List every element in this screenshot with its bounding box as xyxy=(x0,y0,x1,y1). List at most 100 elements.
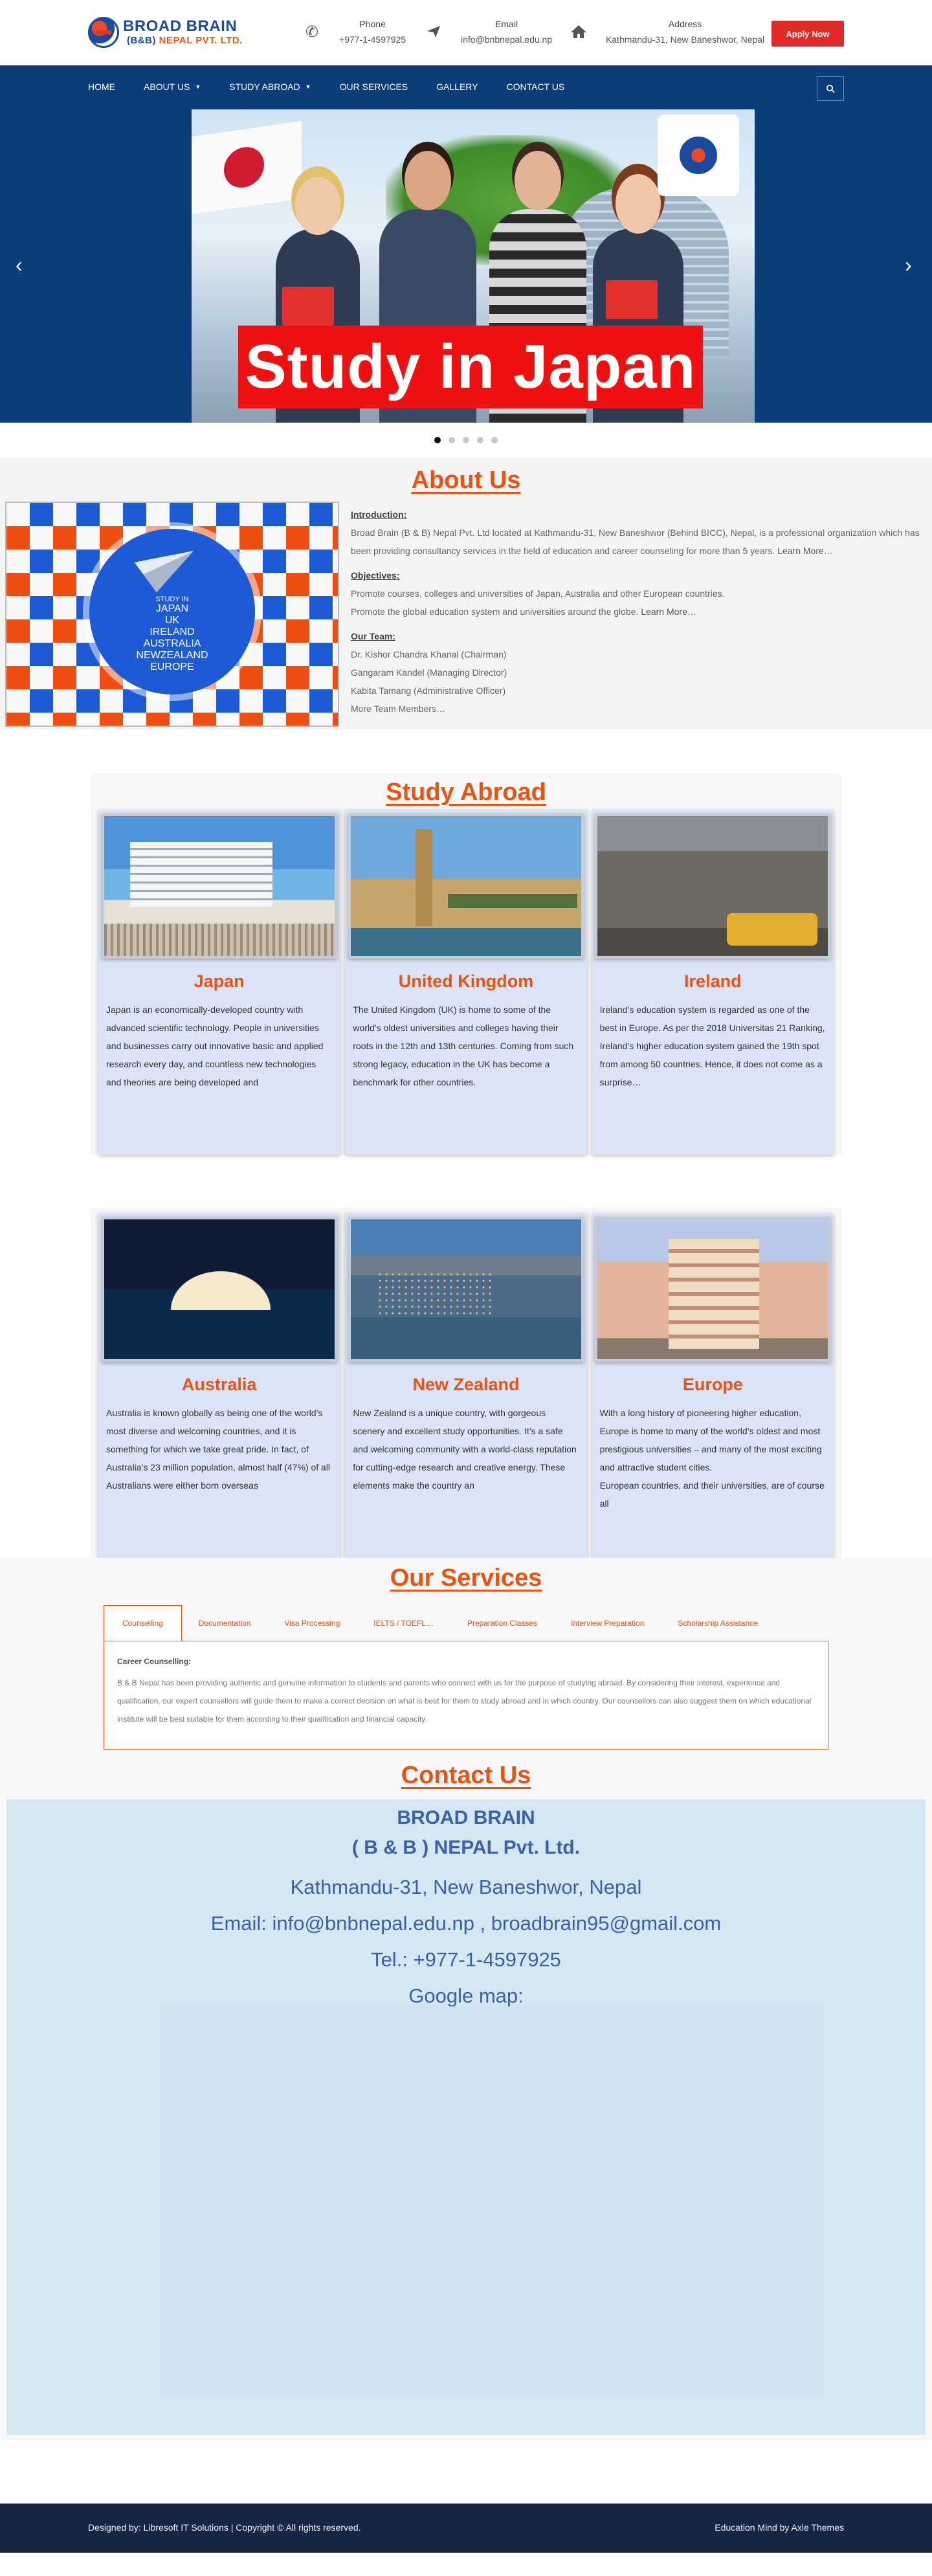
logo-line-2: (B&B) NEPAL PVT. LTD. xyxy=(123,35,243,47)
europe-image xyxy=(595,1217,831,1362)
slider-dot[interactable] xyxy=(434,437,441,443)
tab-visa-processing[interactable]: Visa Processing xyxy=(267,1605,357,1641)
slider-dot[interactable] xyxy=(449,437,455,443)
tab-preparation-classes[interactable]: Preparation Classes xyxy=(450,1605,554,1641)
slider-prev-arrow[interactable]: ‹ xyxy=(16,253,23,277)
nav-label-gallery: GALLERY xyxy=(436,82,478,92)
team-member: Gangaram Kandel (Managing Director) xyxy=(351,667,507,678)
card-text: Japan is an economically-developed count… xyxy=(106,1005,324,1087)
logo-globe-icon xyxy=(88,17,119,48)
country-card-australia[interactable]: Australia Australia is known globally as… xyxy=(98,1213,340,1558)
about-image-line: UK xyxy=(164,615,180,626)
nav-label-about-us: ABOUT US xyxy=(144,82,190,92)
tab-interview-preparation[interactable]: Interview Preparation xyxy=(554,1605,661,1641)
card-title: Japan xyxy=(194,972,245,991)
country-card-united-kingdom[interactable]: United Kingdom The United Kingdom (UK) i… xyxy=(345,810,587,1155)
home-icon xyxy=(570,23,588,41)
country-card-europe[interactable]: Europe With a long history of pioneering… xyxy=(592,1213,834,1558)
about-image-line: AUSTRALIA xyxy=(143,638,201,649)
card-title: Australia xyxy=(181,1375,257,1394)
team-heading: Our Team: xyxy=(351,631,395,641)
contact-section: Contact Us BROAD BRAIN ( B & B ) NEPAL P… xyxy=(0,1755,932,2440)
country-card-ireland[interactable]: Ireland Ireland’s education system is re… xyxy=(592,810,834,1155)
email-label: Email xyxy=(495,19,518,29)
nav-item-gallery[interactable]: GALLERY xyxy=(436,82,478,92)
header-phone: ✆ Phone +977-1-4597925 xyxy=(303,16,406,47)
logo-line-1: BROAD BRAIN xyxy=(123,17,238,35)
slider-next-arrow[interactable]: › xyxy=(905,253,912,277)
contact-address: Kathmandu-31, New Baneshwor, Nepal xyxy=(290,1876,642,1898)
team-member: Kabita Tamang (Administrative Officer) xyxy=(351,685,506,696)
study-abroad-title: Study Abroad xyxy=(386,779,546,806)
caret-down-icon: ▼ xyxy=(305,83,311,90)
tab-ielts-toefl[interactable]: IELTS / TOEFL… xyxy=(357,1605,450,1641)
card-title: Europe xyxy=(682,1375,743,1394)
slide-caption: Study in Japan xyxy=(238,326,703,408)
intro-text: Broad Brain (B & B) Nepal Pvt. Ltd locat… xyxy=(351,527,920,556)
country-card-japan[interactable]: Japan Japan is an economically-developed… xyxy=(98,810,340,1155)
email-value[interactable]: info@bnbnepal.edu.np xyxy=(461,32,552,47)
about-image-line: NEWZEALAND xyxy=(136,650,208,661)
nav-item-home[interactable]: HOME xyxy=(88,82,115,92)
card-text: With a long history of pioneering higher… xyxy=(599,1408,825,1509)
globe-logo-icon xyxy=(680,137,717,174)
slider-dot[interactable] xyxy=(463,437,469,443)
about-image-line: EUROPE xyxy=(150,661,194,672)
new-zealand-image xyxy=(348,1217,584,1362)
phone-label: Phone xyxy=(359,19,386,29)
slide-image-students: Study in Japan xyxy=(192,109,755,423)
search-button[interactable] xyxy=(817,76,844,101)
phone-value[interactable]: +977-1-4597925 xyxy=(339,32,406,47)
panel-text: B & B Nepal has been providing authentic… xyxy=(117,1678,812,1724)
slider-dots xyxy=(0,423,932,458)
intro-learn-more-link[interactable]: Learn More… xyxy=(775,546,833,556)
objective-item: Promote courses, colleges and universiti… xyxy=(351,588,725,599)
australia-image xyxy=(101,1217,337,1362)
google-map-embed[interactable] xyxy=(161,2006,823,2395)
about-title: About Us xyxy=(411,467,521,494)
objectives-learn-more-link[interactable]: Learn More… xyxy=(638,606,696,617)
nav-item-contact-us[interactable]: CONTACT US xyxy=(506,82,564,92)
apply-now-button[interactable]: Apply Now xyxy=(771,21,844,47)
nav-label-our-services: OUR SERVICES xyxy=(339,82,408,92)
team-member: Dr. Kishor Chandra Khanal (Chairman) xyxy=(351,649,507,660)
caret-down-icon: ▼ xyxy=(195,83,201,90)
nav-item-our-services[interactable]: OUR SERVICES xyxy=(340,82,408,92)
tab-counselling[interactable]: Counselling xyxy=(104,1605,182,1641)
main-nav: HOME ABOUT US ▼ STUDY ABROAD ▼ OUR SERVICE… xyxy=(0,65,932,108)
card-title: Ireland xyxy=(684,972,742,991)
paper-plane-icon xyxy=(128,533,194,600)
nav-label-study-abroad: STUDY ABROAD xyxy=(229,82,300,92)
phone-icon: ✆ xyxy=(305,23,319,41)
tab-panel-counselling: Career Counselling: B & B Nepal has been… xyxy=(104,1641,828,1749)
slide-logo-badge xyxy=(658,115,739,196)
slider-dot[interactable] xyxy=(477,437,483,443)
footer-theme-link[interactable]: Education Mind by Axle Themes xyxy=(715,2522,844,2533)
about-image-circle: STUDY IN JAPAN UK IRELAND AUSTRALIA NEWZ… xyxy=(89,529,255,694)
more-team-members-link[interactable]: More Team Members… xyxy=(351,704,445,714)
services-title: Our Services xyxy=(390,1564,542,1592)
site-footer: Designed by: Libresoft IT Solutions | Co… xyxy=(0,2504,932,2553)
logo-line-2-a: (B&B) xyxy=(127,35,156,46)
company-name-2: ( B & B ) NEPAL Pvt. Ltd. xyxy=(351,1837,581,1858)
tab-scholarship-assistance[interactable]: Scholarship Assistance xyxy=(661,1605,774,1641)
site-logo[interactable]: BROAD BRAIN (B&B) NEPAL PVT. LTD. xyxy=(88,14,263,50)
card-row-2: Australia Australia is known globally as… xyxy=(91,1208,841,1558)
objective-text: Promote the global education system and … xyxy=(351,606,639,617)
hero-slider: Study in Japan ‹ › xyxy=(0,108,932,423)
slider-dot[interactable] xyxy=(491,437,498,443)
nav-item-about-us[interactable]: ABOUT US ▼ xyxy=(144,82,201,92)
paper-plane-icon xyxy=(425,23,443,41)
japan-flag-image xyxy=(192,121,302,214)
about-image-line: STUDY IN xyxy=(155,595,189,603)
country-card-new-zealand[interactable]: New Zealand New Zealand is a unique coun… xyxy=(345,1213,587,1558)
card-title: New Zealand xyxy=(412,1375,520,1394)
contact-tel[interactable]: Tel.: +977-1-4597925 xyxy=(6,1942,926,1978)
nav-item-study-abroad[interactable]: STUDY ABROAD ▼ xyxy=(229,82,311,92)
address-label: Address xyxy=(668,19,702,29)
tab-documentation[interactable]: Documentation xyxy=(182,1605,268,1641)
ireland-image xyxy=(595,814,831,959)
card-row-1: Japan Japan is an economically-developed… xyxy=(91,810,841,1155)
contact-email[interactable]: Email: info@bnbnepal.edu.np , broadbrain… xyxy=(6,1905,926,1942)
card-text: New Zealand is a unique country, with go… xyxy=(353,1408,577,1491)
